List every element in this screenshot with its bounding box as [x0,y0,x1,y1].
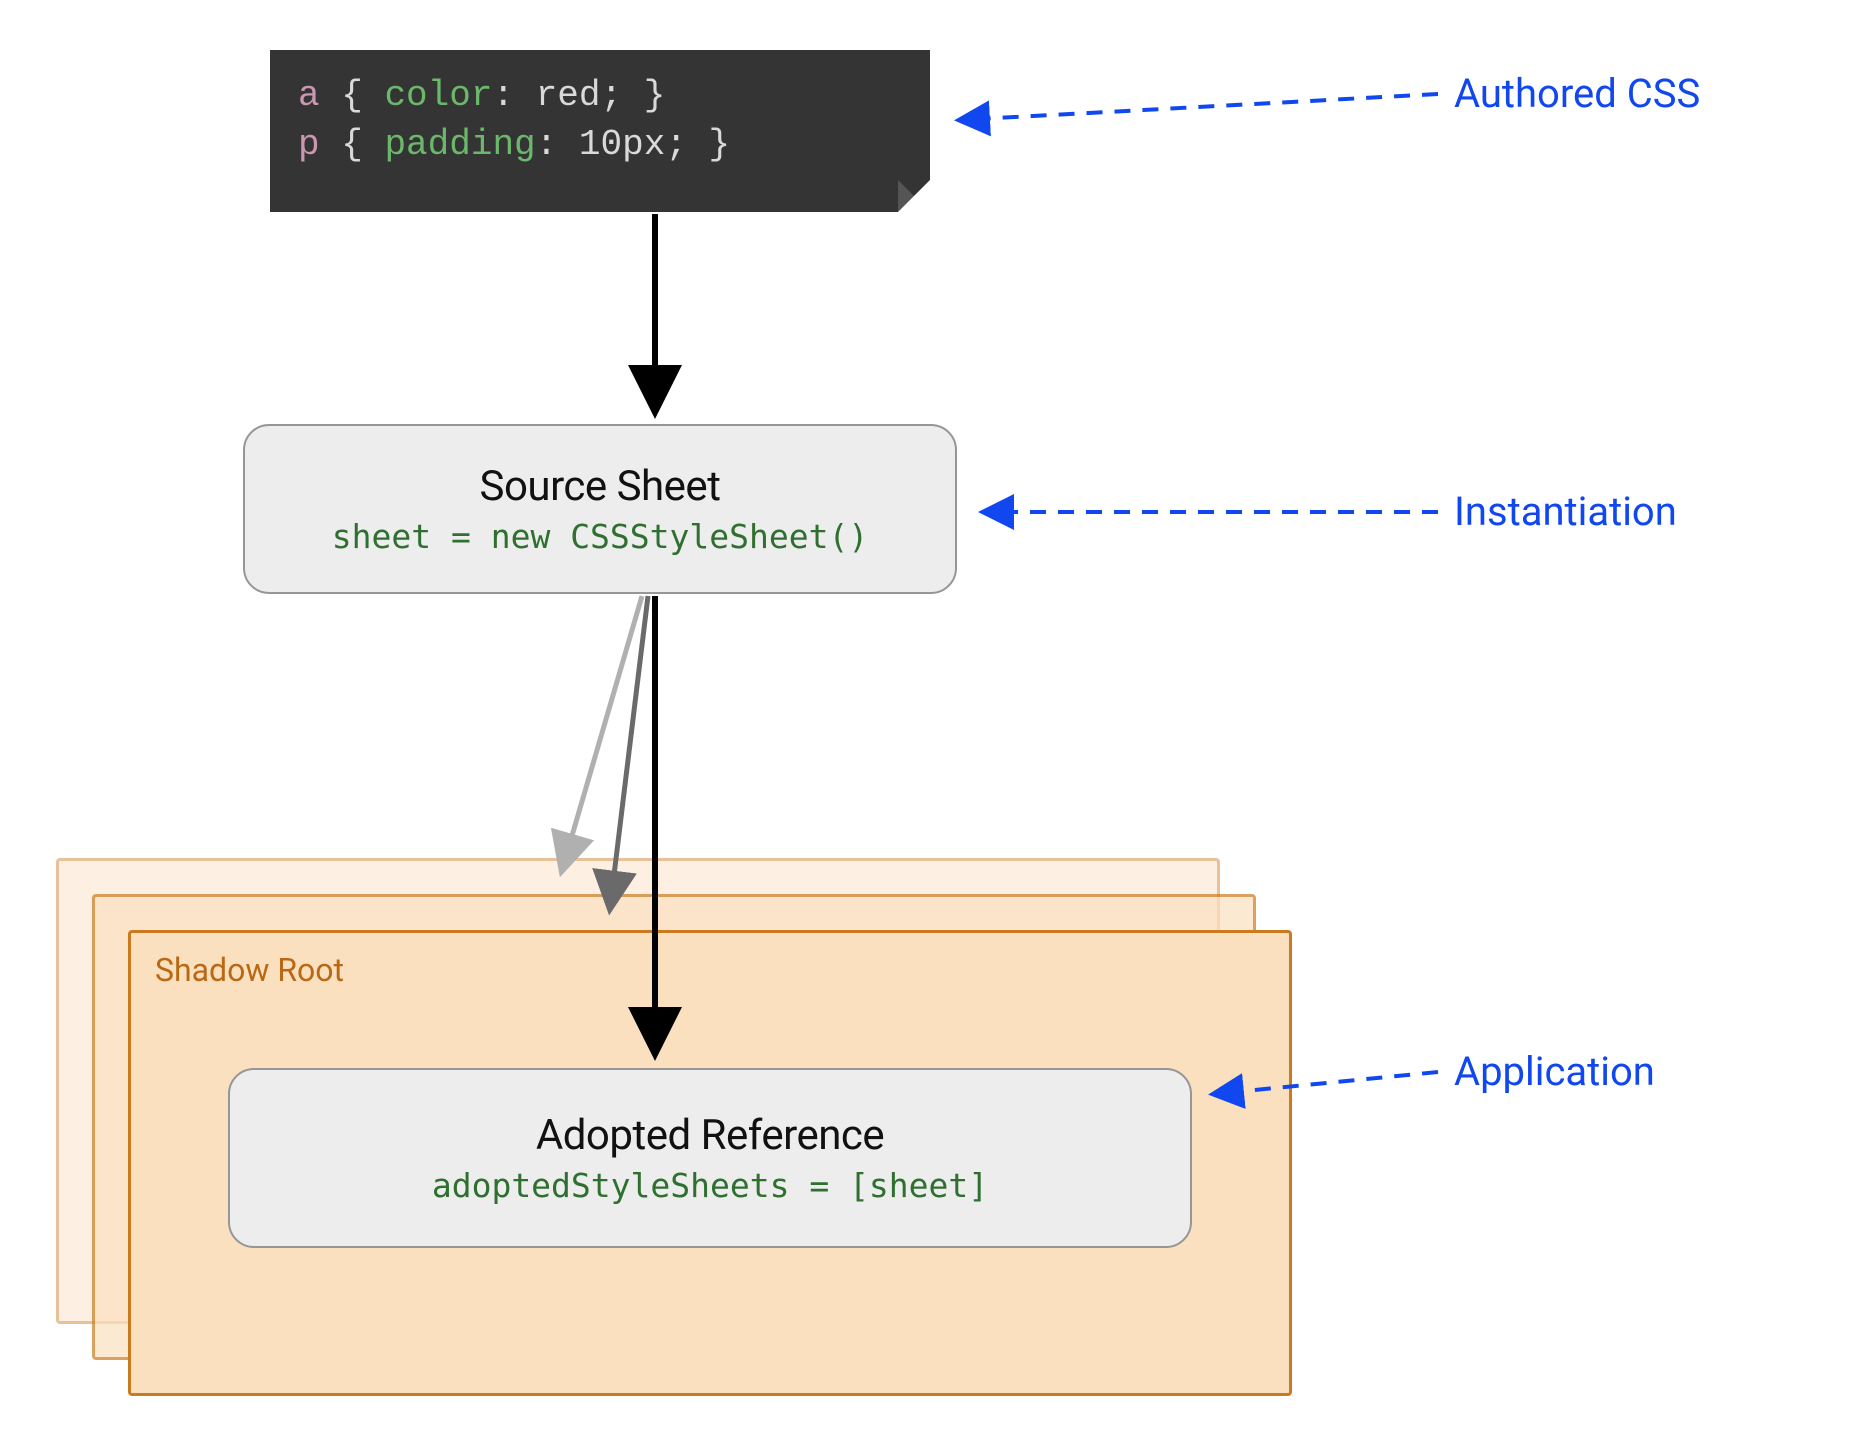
arrow-source-to-back [562,596,642,870]
css-colon: : [492,75,514,116]
annotation-authored-css: Authored CSS [1454,70,1700,117]
source-sheet-title: Source Sheet [480,462,721,511]
css-semi: ; [665,124,687,165]
css-property: padding [384,124,535,165]
diagram-stage: a { color: red; } p { padding: 10px; } S… [0,0,1874,1430]
page-fold-cut [898,180,930,212]
css-brace: } [709,124,731,165]
authored-css-codeblock: a { color: red; } p { padding: 10px; } [270,50,930,212]
annotation-application: Application [1454,1048,1655,1095]
css-property: color [384,75,492,116]
source-sheet-box: Source Sheet sheet = new CSSStyleSheet() [243,424,957,594]
source-sheet-code: sheet = new CSSStyleSheet() [332,517,868,556]
annotation-arrow-authored [960,94,1438,120]
css-value: red [536,75,601,116]
css-rule-1: a { color: red; } [298,72,902,121]
adopted-reference-code: adoptedStyleSheets = [sheet] [432,1166,988,1205]
css-brace: { [341,75,363,116]
annotation-instantiation: Instantiation [1454,488,1677,535]
css-value: 10px [579,124,665,165]
shadow-root-label: Shadow Root [131,933,1289,1007]
css-selector: p [298,124,320,165]
adopted-reference-title: Adopted Reference [536,1111,884,1160]
css-colon: : [536,124,558,165]
css-brace: { [341,124,363,165]
css-selector: a [298,75,320,116]
css-brace: } [644,75,666,116]
css-semi: ; [601,75,623,116]
adopted-reference-box: Adopted Reference adoptedStyleSheets = [… [228,1068,1192,1248]
css-rule-2: p { padding: 10px; } [298,121,902,170]
